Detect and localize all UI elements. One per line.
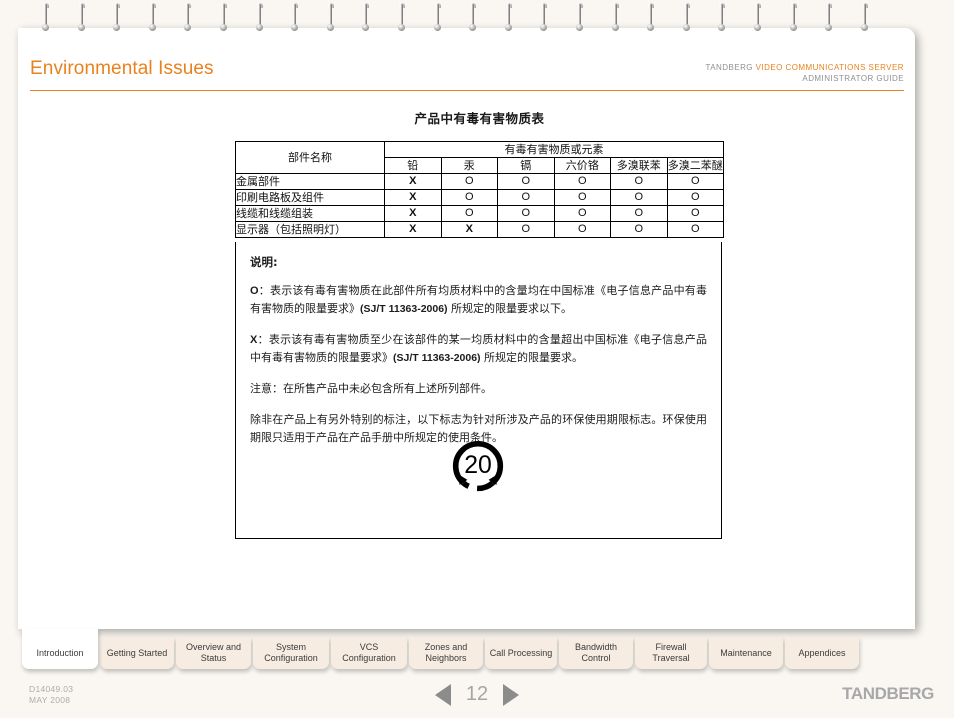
cell-substance-mark: O xyxy=(553,205,611,222)
tab-overview-and-status[interactable]: Overview and Status xyxy=(176,637,251,669)
cell-substance-mark: O xyxy=(497,221,555,238)
tab-label: Call Processing xyxy=(489,647,553,658)
notes-heading: 说明: xyxy=(250,255,278,269)
tab-label: Firewall Traversal xyxy=(652,642,690,663)
tab-system-configuration[interactable]: System Configuration xyxy=(253,637,329,669)
table-row: 金属部件 X O O O O O xyxy=(235,173,724,190)
tab-vcs-configuration[interactable]: VCS Configuration xyxy=(331,637,407,669)
cell-part-name: 印刷电路板及组件 xyxy=(235,189,385,206)
cell-substance-mark: X xyxy=(384,205,442,222)
note-o-lead: O xyxy=(250,285,259,297)
note-caution: 注意：在所售产品中未必包含所有上述所列部件。 xyxy=(250,382,492,395)
document-page: Environmental Issues TANDBERG VIDEO COMM… xyxy=(18,28,915,629)
cell-substance-mark: O xyxy=(497,173,555,190)
tab-label: Overview and Status xyxy=(185,642,242,663)
cell-substance-mark: O xyxy=(666,189,724,206)
cell-substance-mark: O xyxy=(440,173,498,190)
cell-substance-mark: O xyxy=(440,189,498,206)
product-name: VIDEO COMMUNICATIONS SERVER xyxy=(755,63,904,72)
cell-substance-mark: O xyxy=(610,221,668,238)
cell-substance-mark: O xyxy=(497,189,555,206)
rohs-notes-box: 说明: O：表示该有毒有害物质在此部件所有均质材料中的含量均在中国标准《电子信息… xyxy=(235,242,722,539)
cell-substance-mark: O xyxy=(610,205,668,222)
cell-part-name: 线缆和线缆组装 xyxy=(235,205,385,222)
cell-substance-mark: O xyxy=(666,173,724,190)
tab-label: Maintenance xyxy=(720,647,772,658)
cell-substance-mark: O xyxy=(440,205,498,222)
rohs-notes-content: 说明: O：表示该有毒有害物质在此部件所有均质材料中的含量均在中国标准《电子信息… xyxy=(236,242,721,447)
brand-line: TANDBERG VIDEO COMMUNICATIONS SERVER xyxy=(706,62,904,73)
cell-substance-mark: O xyxy=(553,189,611,206)
cell-substance-mark: O xyxy=(553,221,611,238)
tab-label: Introduction xyxy=(36,647,84,658)
table-header-row-1: 部件名称 有毒有害物质或元素 xyxy=(235,141,724,174)
column-header-lead: 铅 xyxy=(384,157,442,174)
note-o-standard: (SJ/T 11363-2006) xyxy=(360,303,448,315)
note-x-definition: X：表示该有毒有害物质至少在该部件的某一均质材料中的含量超出中国标准《电子信息产… xyxy=(250,331,707,367)
cell-substance-mark: O xyxy=(497,205,555,222)
epup-symbol-value: 20 xyxy=(464,452,492,479)
note-o-text-2: 所规定的限量要求以下。 xyxy=(447,302,573,315)
tab-maintenance[interactable]: Maintenance xyxy=(709,637,783,669)
tab-label: Bandwidth Control xyxy=(574,642,618,663)
rohs-substance-table: 部件名称 有毒有害物质或元素 铅 汞 镉 六价铬 多溴联苯 多溴二苯醚 金属部件… xyxy=(235,141,724,238)
note-x-text-2: 所规定的限量要求。 xyxy=(480,351,584,364)
page-navigation[interactable]: 12 xyxy=(0,683,954,706)
tab-call-processing[interactable]: Call Processing xyxy=(485,637,557,669)
table-body: 金属部件 X O O O O O 印刷电路板及组件 X O O O O O 线缆和线缆组装 X O O O O O 显示器… xyxy=(235,173,724,238)
note-o-definition: O：表示该有毒有害物质在此部件所有均质材料中的含量均在中国标准《电子信息产品中有… xyxy=(250,282,707,318)
tab-firewall-traversal[interactable]: Firewall Traversal xyxy=(635,637,707,669)
section-tab-bar[interactable]: Introduction Getting Started Overview and … xyxy=(18,629,938,671)
tab-label: Appendices xyxy=(798,647,846,658)
current-page-number: 12 xyxy=(465,683,489,705)
cell-part-name: 金属部件 xyxy=(235,173,385,190)
brand-name: TANDBERG xyxy=(705,63,753,72)
guide-type: ADMINISTRATOR GUIDE xyxy=(802,74,904,83)
cell-substance-mark: O xyxy=(610,189,668,206)
cell-substance-mark: O xyxy=(610,173,668,190)
column-header-part: 部件名称 xyxy=(235,141,385,174)
header-brand-block: TANDBERG VIDEO COMMUNICATIONS SERVER ADM… xyxy=(706,62,904,84)
cell-substance-mark: X xyxy=(384,189,442,206)
cell-substance-mark: O xyxy=(666,221,724,238)
column-header-hexavalent-chromium: 六价铬 xyxy=(553,157,611,174)
previous-page-arrow-icon[interactable] xyxy=(435,683,451,706)
column-header-mercury: 汞 xyxy=(440,157,498,174)
tab-getting-started[interactable]: Getting Started xyxy=(100,637,174,669)
tab-introduction[interactable]: Introduction xyxy=(22,629,98,669)
header-divider xyxy=(30,90,904,91)
rohs-table-title: 产品中有毒有害物质表 xyxy=(414,111,545,126)
cell-substance-mark: X xyxy=(384,221,442,238)
column-header-pbde: 多溴二苯醚 xyxy=(666,157,724,174)
page-footer: D14049.03 MAY 2008 12 TANDBERG xyxy=(0,676,954,718)
page-header: Environmental Issues TANDBERG VIDEO COMM… xyxy=(18,28,915,91)
tab-label: Zones and Neighbors xyxy=(424,642,468,663)
column-header-pbb: 多溴联苯 xyxy=(610,157,668,174)
table-row: 线缆和线缆组装 X O O O O O xyxy=(235,205,724,222)
tab-appendices[interactable]: Appendices xyxy=(785,637,859,669)
cell-substance-mark: O xyxy=(553,173,611,190)
epup-20-year-symbol: 20 xyxy=(452,440,504,492)
cell-substance-mark: X xyxy=(440,221,498,238)
next-page-arrow-icon[interactable] xyxy=(503,683,519,706)
column-header-cadmium: 镉 xyxy=(497,157,555,174)
tab-label: VCS Configuration xyxy=(342,642,396,663)
tandberg-logo: TANDBERG xyxy=(842,684,934,703)
table-row: 印刷电路板及组件 X O O O O O xyxy=(235,189,724,206)
note-x-standard: (SJ/T 11363-2006) xyxy=(393,352,481,364)
tab-bandwidth-control[interactable]: Bandwidth Control xyxy=(559,637,633,669)
table-row: 显示器（包括照明灯） X X O O O O xyxy=(235,221,724,238)
cell-substance-mark: O xyxy=(666,205,724,222)
tab-zones-and-neighbors[interactable]: Zones and Neighbors xyxy=(409,637,483,669)
page-title: Environmental Issues xyxy=(30,58,214,79)
column-header-substances: 有毒有害物质或元素 xyxy=(384,141,724,158)
tab-label: Getting Started xyxy=(106,647,168,658)
rohs-document-block: 产品中有毒有害物质表 部件名称 有毒有害物质或元素 铅 汞 镉 六价铬 多溴联苯… xyxy=(235,108,724,539)
tab-label: System Configuration xyxy=(264,642,318,663)
table-head: 部件名称 有毒有害物质或元素 铅 汞 镉 六价铬 多溴联苯 多溴二苯醚 xyxy=(235,141,724,174)
cell-substance-mark: X xyxy=(384,173,442,190)
cell-part-name: 显示器（包括照明灯） xyxy=(235,221,385,238)
